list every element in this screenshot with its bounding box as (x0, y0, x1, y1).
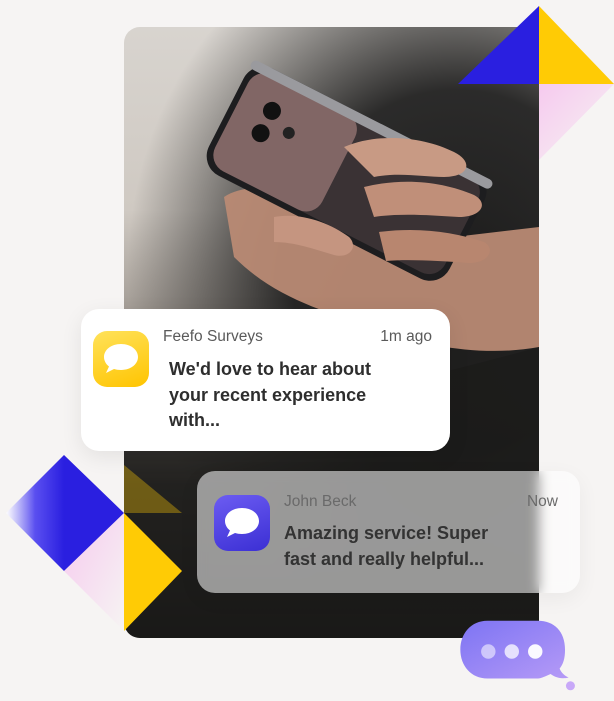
notification-card-john-beck[interactable]: John Beck Now Amazing service! Super fas… (197, 471, 580, 593)
bubble-tail-dot-icon (565, 681, 575, 691)
typing-dot-icon (481, 644, 496, 659)
notification-time: Now (526, 493, 558, 510)
typing-indicator-bubble-icon (460, 620, 575, 691)
pink-triangle-shape (539, 84, 614, 160)
notification-sender: John Beck (284, 493, 357, 510)
notification-sender: Feefo Surveys (163, 328, 263, 345)
typing-dot-icon (504, 644, 519, 659)
typing-dot-icon (528, 644, 543, 659)
notification-message: We'd love to hear about your recent expe… (169, 359, 371, 430)
notification-message: Amazing service! Super fast and really h… (284, 523, 489, 569)
chat-bubble-icon (214, 495, 270, 551)
yellow-triangle-shape (539, 6, 614, 84)
chat-bubble-icon (93, 331, 149, 387)
blue-diamond-right-shape (64, 455, 124, 571)
pink-triangle-lower-shape (64, 513, 124, 631)
notification-time: 1m ago (380, 328, 432, 345)
notification-card-feefo[interactable]: Feefo Surveys 1m ago We'd love to hear a… (81, 309, 450, 451)
blue-diamond-left-shape (6, 455, 64, 571)
